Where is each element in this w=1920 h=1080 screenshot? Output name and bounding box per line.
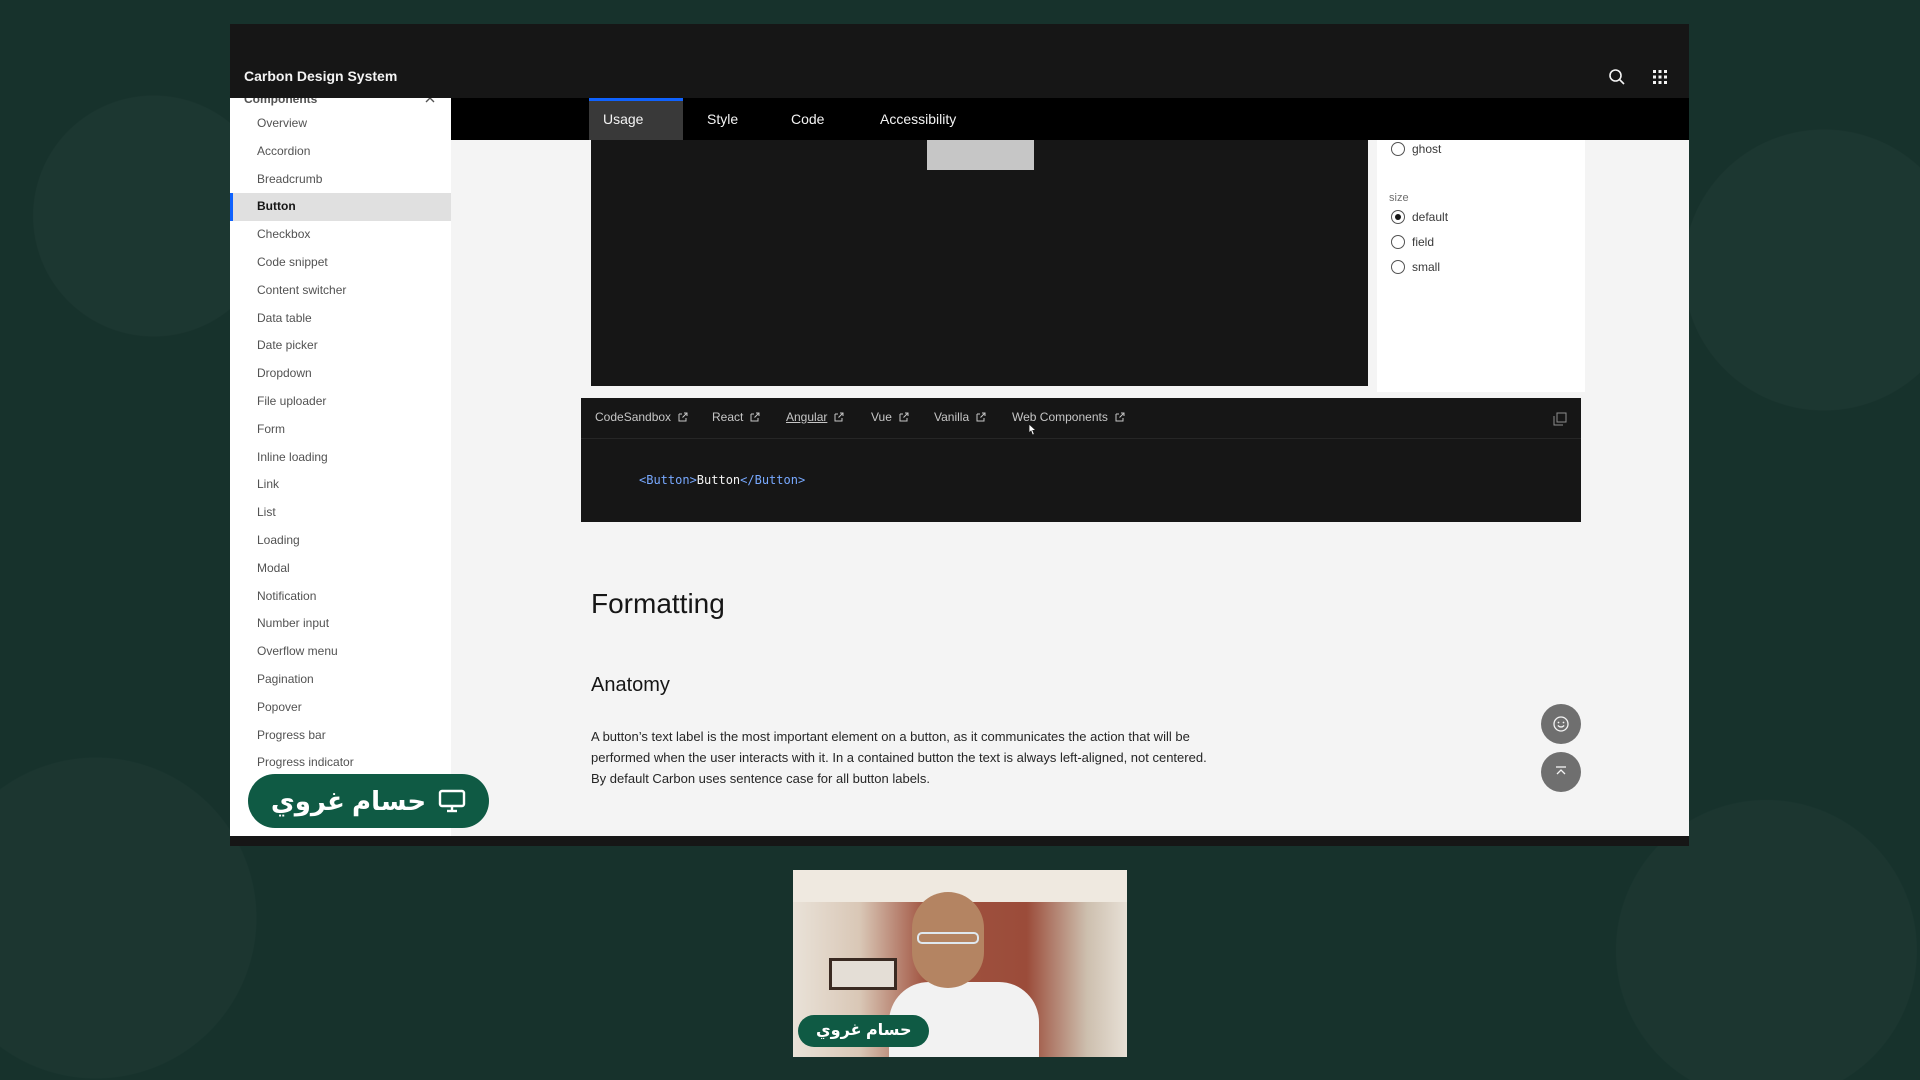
top-header: Carbon Design System <box>230 24 1689 98</box>
search-icon[interactable] <box>1608 68 1626 86</box>
radio-label: small <box>1412 260 1441 274</box>
link-web-components[interactable]: Web Components <box>1012 410 1125 424</box>
tab-code[interactable]: Code <box>777 98 838 140</box>
back-to-top-button[interactable] <box>1541 752 1581 792</box>
radio-size-default[interactable]: default <box>1391 208 1448 226</box>
link-label: Vanilla <box>934 410 970 424</box>
external-link-icon <box>976 412 986 422</box>
size-group-label: size <box>1389 192 1409 204</box>
link-label: React <box>712 410 744 424</box>
participant-video-tile[interactable]: حسام غروي <box>793 870 1127 1057</box>
code-close-tag: </Button> <box>740 473 806 487</box>
participant-glasses <box>917 932 979 944</box>
sidebar-item-data-table[interactable]: Data table <box>230 305 451 333</box>
preview-button[interactable] <box>927 140 1034 170</box>
tab-accessibility[interactable]: Accessibility <box>866 98 970 140</box>
link-codesandbox[interactable]: CodeSandbox <box>595 410 688 424</box>
code-text: Button <box>696 473 741 487</box>
radio-circle[interactable] <box>1391 260 1405 274</box>
radio-circle-checked[interactable] <box>1391 210 1405 224</box>
sidebar-item-overflow-menu[interactable]: Overflow menu <box>230 638 451 666</box>
link-label: Web Components <box>1012 410 1108 424</box>
page-tabs: Usage Style Code Accessibility <box>451 98 1689 140</box>
knobs-panel: ghost size default field small <box>1377 140 1585 392</box>
tab-usage[interactable]: Usage <box>589 98 683 140</box>
section-heading-formatting: Formatting <box>591 588 725 619</box>
section-heading-anatomy: Anatomy <box>591 674 670 696</box>
radio-circle[interactable] <box>1391 235 1405 249</box>
link-vue[interactable]: Vue <box>871 410 909 424</box>
sidebar-item-checkbox[interactable]: Checkbox <box>230 221 451 249</box>
link-vanilla[interactable]: Vanilla <box>934 410 986 424</box>
screen-share-icon <box>438 789 466 813</box>
mouse-pointer-icon <box>1028 423 1038 436</box>
chevron-up-icon[interactable] <box>424 98 436 106</box>
screen-bottom-strip <box>230 836 1689 846</box>
sidebar-item-modal[interactable]: Modal <box>230 555 451 583</box>
link-label: Angular <box>786 410 828 424</box>
link-label: CodeSandbox <box>595 410 672 424</box>
sidebar-item-content-switcher[interactable]: Content switcher <box>230 277 451 305</box>
component-preview <box>591 140 1368 386</box>
shared-screen: Carbon Design System Components Overview… <box>230 24 1689 846</box>
code-panel: CodeSandbox React Angular Vue Vanilla We… <box>581 398 1581 522</box>
radio-circle[interactable] <box>1391 142 1405 156</box>
sidebar-item-inline-loading[interactable]: Inline loading <box>230 444 451 472</box>
main-content: Usage Style Code Accessibility ghost siz… <box>451 98 1689 836</box>
sidebar-item-progress-indicator[interactable]: Progress indicator <box>230 749 451 777</box>
code-open-tag: <Button> <box>639 473 697 487</box>
radio-label: default <box>1412 210 1449 224</box>
sidebar-item-date-picker[interactable]: Date picker <box>230 332 451 360</box>
sidebar-item-list[interactable]: List <box>230 499 451 527</box>
side-nav-list: Overview Accordion Breadcrumb Button Che… <box>230 110 451 777</box>
sidebar-item-file-uploader[interactable]: File uploader <box>230 388 451 416</box>
radio-label: field <box>1412 235 1435 249</box>
sidebar-item-button[interactable]: Button <box>230 193 451 222</box>
app-title[interactable]: Carbon Design System <box>244 68 397 84</box>
external-link-icon <box>678 412 688 422</box>
sidebar-item-notification[interactable]: Notification <box>230 583 451 611</box>
sidebar-item-form[interactable]: Form <box>230 416 451 444</box>
radio-label: ghost <box>1412 142 1442 156</box>
sidebar-item-accordion[interactable]: Accordion <box>230 138 451 166</box>
external-link-icon <box>834 412 844 422</box>
arrow-up-to-top-icon <box>1556 766 1566 775</box>
sidebar-item-dropdown[interactable]: Dropdown <box>230 360 451 388</box>
side-nav-section-title[interactable]: Components <box>244 98 317 106</box>
copy-icon[interactable] <box>1553 412 1567 426</box>
sidebar-item-loading[interactable]: Loading <box>230 527 451 555</box>
participant-name: حسام غروي <box>798 1015 930 1047</box>
external-link-icon <box>1115 412 1125 422</box>
sidebar-item-number-input[interactable]: Number input <box>230 610 451 638</box>
code-snippet[interactable]: <Button>Button</Button> <box>639 473 805 487</box>
sidebar-item-overview[interactable]: Overview <box>230 110 451 138</box>
app-switcher-icon[interactable] <box>1651 68 1669 86</box>
sidebar-item-breadcrumb[interactable]: Breadcrumb <box>230 166 451 194</box>
link-label: Vue <box>871 410 892 424</box>
sidebar-item-popover[interactable]: Popover <box>230 694 451 722</box>
tab-style[interactable]: Style <box>693 98 752 140</box>
external-link-icon <box>899 412 909 422</box>
link-react[interactable]: React <box>712 410 760 424</box>
side-nav: Components Overview Accordion Breadcrumb… <box>230 98 451 836</box>
feedback-button[interactable] <box>1541 704 1581 744</box>
anatomy-paragraph: A button’s text label is the most import… <box>591 729 1207 786</box>
presenter-badge: حسام غروي <box>248 774 489 828</box>
video-wall-picture <box>829 958 897 990</box>
sidebar-item-progress-bar[interactable]: Progress bar <box>230 722 451 750</box>
sidebar-item-pagination[interactable]: Pagination <box>230 666 451 694</box>
radio-size-small[interactable]: small <box>1391 258 1440 276</box>
sidebar-item-code-snippet[interactable]: Code snippet <box>230 249 451 277</box>
link-angular[interactable]: Angular <box>786 410 844 424</box>
smiley-icon <box>1553 716 1569 732</box>
radio-size-field[interactable]: field <box>1391 233 1434 251</box>
code-toolbar: CodeSandbox React Angular Vue Vanilla We… <box>581 398 1581 439</box>
radio-kind-ghost[interactable]: ghost <box>1391 140 1441 158</box>
sidebar-item-link[interactable]: Link <box>230 471 451 499</box>
presenter-name: حسام غروي <box>270 785 427 816</box>
external-link-icon <box>750 412 760 422</box>
